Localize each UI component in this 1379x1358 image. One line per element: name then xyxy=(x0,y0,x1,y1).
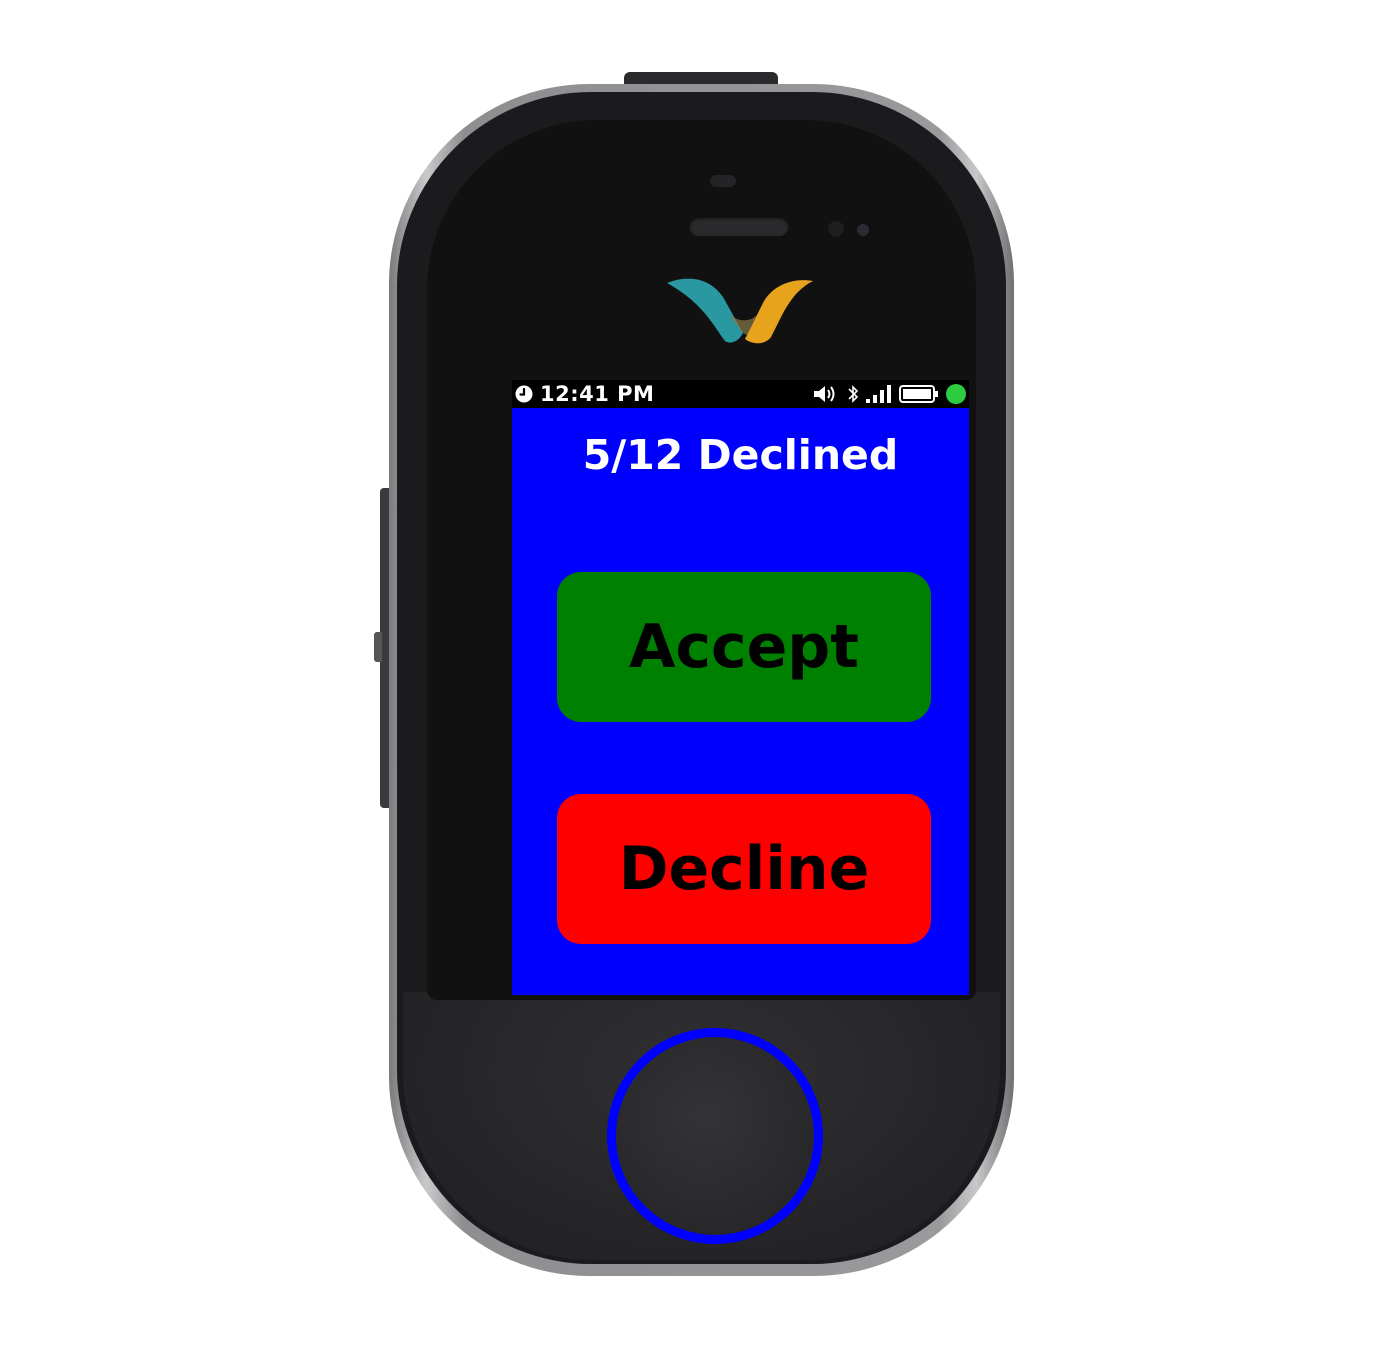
device-mockup: 12:41 PM 5/12 Declined Accept Decline xyxy=(0,0,1379,1358)
side-key[interactable] xyxy=(374,632,382,662)
proximity-sensor xyxy=(710,175,736,187)
accept-button[interactable]: Accept xyxy=(557,572,931,722)
screen-title: 5/12 Declined xyxy=(582,431,899,479)
front-glass: 12:41 PM 5/12 Declined Accept Decline xyxy=(427,120,976,1000)
front-camera xyxy=(857,224,869,236)
volume-icon xyxy=(814,386,835,402)
status-icons xyxy=(813,383,967,405)
device-frame: 12:41 PM 5/12 Declined Accept Decline xyxy=(389,84,1014,1276)
status-dot-icon xyxy=(946,384,966,404)
battery-icon xyxy=(899,385,938,403)
sensor-dot xyxy=(828,221,844,237)
signal-icon xyxy=(866,385,891,403)
bluetooth-icon xyxy=(848,385,859,403)
app-screen: 12:41 PM 5/12 Declined Accept Decline xyxy=(512,380,969,995)
status-time: 12:41 PM xyxy=(540,382,655,406)
status-bar: 12:41 PM xyxy=(512,380,969,408)
decline-button[interactable]: Decline xyxy=(557,794,931,944)
clock-icon xyxy=(515,385,533,403)
brand-logo xyxy=(667,278,813,344)
home-button[interactable] xyxy=(607,1028,823,1244)
earpiece-speaker xyxy=(689,216,789,236)
device-body: 12:41 PM 5/12 Declined Accept Decline xyxy=(397,92,1006,1264)
